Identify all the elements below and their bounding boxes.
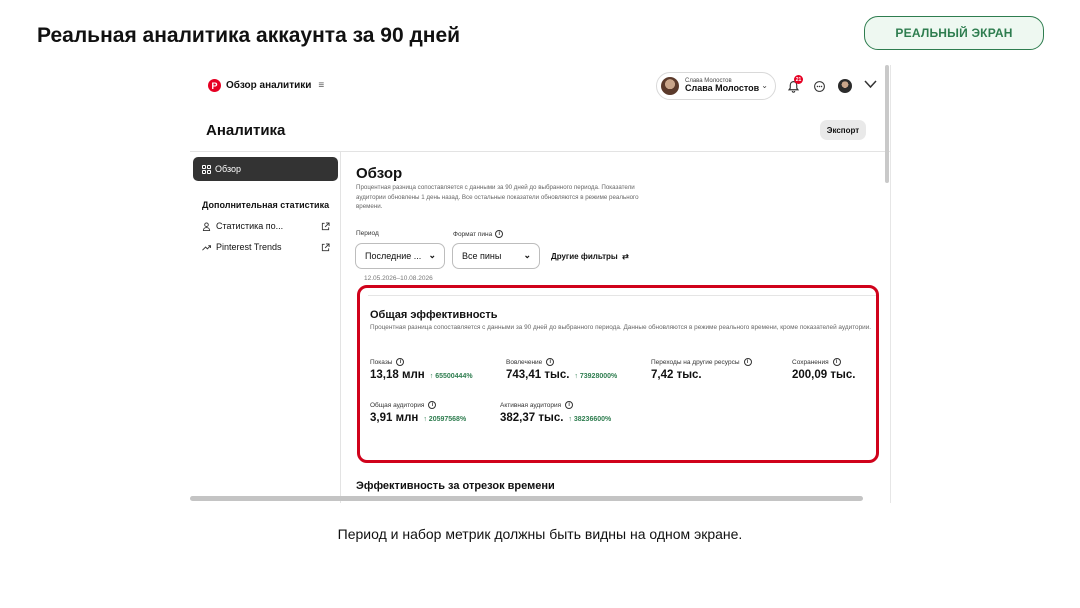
info-icon[interactable]: i [428,401,437,409]
period-select-value: Последние ... [365,251,422,261]
metric-change-value: 20597568% [428,416,467,423]
real-screen-badge: РЕАЛЬНЫЙ ЭКРАН [864,16,1044,50]
metric-label: Сохранения [792,358,829,366]
account-name: Слава Молостов [685,83,760,94]
metric-label: Показы [370,358,393,366]
metric-saves[interactable]: Сохранения i 200,09 тыс. [792,358,855,381]
chevron-down-icon: ⌄ [428,250,436,260]
trend-icon [202,244,211,251]
metric-change: ↑ 65500444% [429,373,473,380]
overall-performance-card: Общая эффективность Процентная разница с… [357,285,879,463]
sidebar-item-label: Pinterest Trends [216,242,282,252]
notification-badge: 21 [794,75,803,84]
brand[interactable]: P Обзор аналитики ≡ [208,79,324,92]
metric-change-value: 38236600% [573,416,612,423]
metric-total-audience[interactable]: Общая аудитория i 3,91 млн ↑ 20597568% [370,401,466,424]
metric-value: 7,42 тыс. [651,369,702,381]
info-icon[interactable]: i [832,358,841,366]
vertical-scrollbar[interactable] [885,65,889,183]
metric-change: ↑ 38236600% [568,416,612,423]
sidebar-divider [340,151,341,503]
card-divider [368,295,876,296]
time-performance-title: Эффективность за отрезок времени [356,480,555,492]
overview-description: Процентная разница сопоставляется с данн… [356,184,639,211]
metric-value: 200,09 тыс. [792,369,856,381]
metric-change: ↑ 20597568% [423,416,467,423]
metric-change-value: 65500444% [435,373,473,380]
menu-icon[interactable]: ≡ [318,80,324,91]
metric-change: ↑ 73928000% [574,373,618,380]
profile-avatar[interactable] [838,79,852,93]
slide-title: Реальная аналитика аккаунта за 90 дней [37,24,461,47]
info-icon[interactable]: i [565,401,574,409]
pin-format-select[interactable]: Все пины ⌄ [452,243,540,269]
slide-caption: Период и набор метрик должны быть видны … [337,526,743,542]
header-divider [190,151,890,152]
info-icon[interactable]: i [495,230,504,238]
metric-label: Активная аудитория [500,401,562,409]
filter-sliders-icon: ⇄ [619,252,629,261]
account-switcher[interactable]: Слава Молостов Слава Молостов ⌄ [656,72,776,100]
sidebar-item-pinterest-trends[interactable]: Pinterest Trends [202,242,330,252]
chat-icon[interactable] [811,78,827,94]
grid-icon [202,164,211,174]
metric-outbound-clicks[interactable]: Переходы на другие ресурсы i 7,42 тыс. [651,358,752,381]
more-filters-button[interactable]: Другие фильтры ⇄ [551,252,629,261]
metric-value: 3,91 млн [370,412,419,424]
metric-value: 13,18 млн [370,369,425,381]
info-icon[interactable]: i [396,358,405,366]
avatar [661,77,679,95]
brand-title: Обзор аналитики [226,80,312,91]
page-title: Аналитика [206,122,286,139]
more-filters-label: Другие фильтры [551,252,618,261]
date-range: 12.05.2026–10.08.2026 [364,275,433,282]
external-link-icon [321,242,330,251]
pin-format-label: Формат пина i [453,230,504,238]
sidebar-section-heading: Дополнительная статистика [202,200,330,210]
chevron-down-icon: ⌄ [761,81,768,90]
card-title: Общая эффективность [370,309,498,321]
metric-active-audience[interactable]: Активная аудитория i 382,37 тыс. ↑ 3823660… [500,401,611,424]
period-label: Период [356,230,379,237]
sidebar-item-overview[interactable]: Обзор [193,157,338,181]
pinterest-logo-icon: P [208,79,221,92]
period-label-text: Период [356,230,379,237]
sidebar-item-label: Статистика по... [216,221,284,231]
metric-value: 382,37 тыс. [500,412,564,424]
metric-label: Вовлечение [506,358,543,366]
metric-engagement[interactable]: Вовлечение i 743,41 тыс. ↑ 73928000% [506,358,617,381]
info-icon[interactable]: i [743,358,752,366]
pin-format-select-value: Все пины [462,251,502,261]
metric-label: Общая аудитория [370,401,425,409]
overview-title: Обзор [356,165,403,182]
analytics-screenshot: P Обзор аналитики ≡ Слава Молостов Слава… [190,65,891,503]
metric-value: 743,41 тыс. [506,369,570,381]
metric-impressions[interactable]: Показы i 13,18 млн ↑ 65500444% [370,358,473,381]
person-icon [202,221,211,231]
metric-change-value: 73928000% [579,373,618,380]
chevron-down-icon[interactable] [864,77,877,92]
period-select[interactable]: Последние ... ⌄ [355,243,445,269]
external-link-icon [321,221,330,230]
info-icon[interactable]: i [546,358,555,366]
sidebar-item-label: Обзор [215,164,241,174]
metric-label: Переходы на другие ресурсы [651,358,740,366]
chevron-down-icon: ⌄ [523,250,531,260]
pin-format-label-text: Формат пина [453,230,493,238]
horizontal-scrollbar[interactable] [190,496,863,501]
export-button[interactable]: Экспорт [820,120,866,140]
card-description: Процентная разница сопоставляется с данн… [370,324,872,331]
sidebar-item-audience-stats[interactable]: Статистика по... [202,221,330,231]
